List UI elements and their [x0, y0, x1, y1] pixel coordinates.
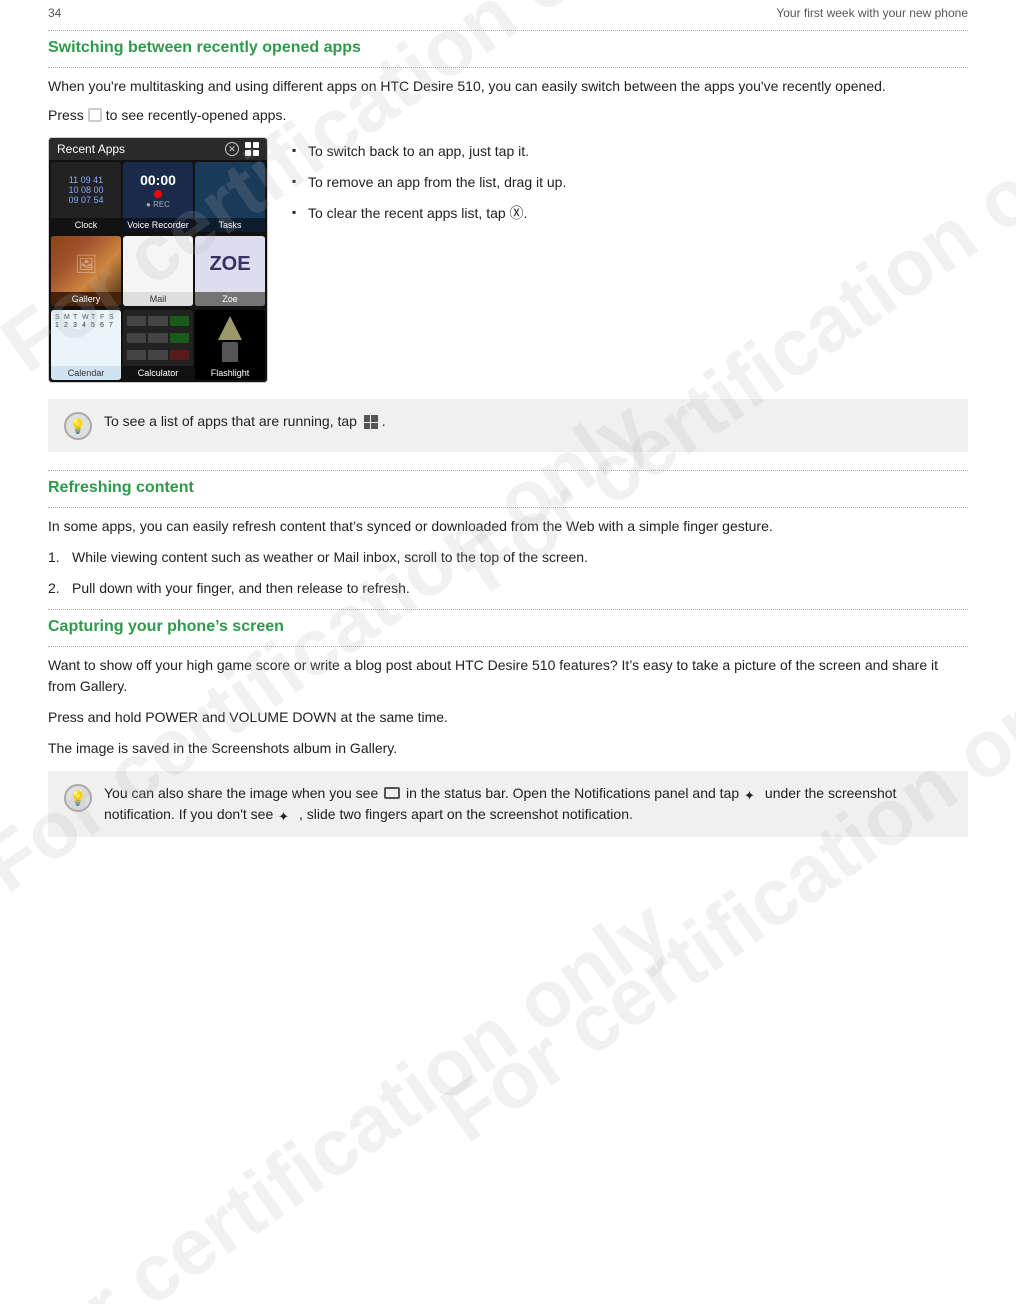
apps-row-1: 11 09 41 10 08 00 09 07 54 Clock 00:00 ●… — [49, 160, 267, 234]
tip-2-text: You can also share the image when you se… — [104, 783, 952, 825]
mail-label: Mail — [123, 292, 193, 306]
bullet-2: To remove an app from the list, drag it … — [292, 172, 968, 193]
voice-recorder-thumb: 00:00 ● REC Voice Recorder — [123, 162, 193, 232]
calendar-thumb: S M T W T F S 1 2 3 4 5 6 — [51, 310, 121, 380]
section3-intro1: Want to show off your high game score or… — [48, 655, 968, 697]
page-number: 34 — [48, 6, 61, 20]
page-wrapper: 34 Your first week with your new phone S… — [0, 0, 1016, 837]
flashlight-thumb: Flashlight — [195, 310, 265, 380]
page-header: 34 Your first week with your new phone — [48, 0, 968, 30]
tasks-thumb: Tasks — [195, 162, 265, 232]
calculator-thumb: Calculator — [123, 310, 193, 380]
bullets-container: To switch back to an app, just tap it. T… — [292, 137, 968, 383]
apps-row-2: 🖼 Gallery Mail — [49, 234, 267, 308]
section2-steps: 1. While viewing content such as weather… — [48, 547, 968, 599]
gallery-label: Gallery — [51, 292, 121, 306]
press-text: Press — [48, 107, 84, 123]
recording-dot — [154, 190, 162, 198]
recent-apps-title: Recent Apps — [57, 142, 125, 156]
tip-1-text: To see a list of apps that are running, … — [104, 411, 386, 432]
share-star-icon-2: ✦ — [278, 807, 294, 823]
bullets-list: To switch back to an app, just tap it. T… — [292, 141, 968, 224]
section1-divider-bottom — [48, 67, 968, 68]
gallery-thumb: 🖼 Gallery — [51, 236, 121, 306]
tip-icon-1: 💡 — [64, 412, 92, 440]
voice-recorder-label: Voice Recorder — [123, 218, 193, 232]
press-instruction: Press to see recently-opened apps. — [48, 107, 968, 123]
section3-heading: Capturing your phone’s screen — [48, 618, 968, 636]
share-star-icon: ✦ — [744, 786, 760, 802]
section3-intro3: The image is saved in the Screenshots al… — [48, 738, 968, 759]
clock-app-thumb: 11 09 41 10 08 00 09 07 54 Clock — [51, 162, 121, 232]
section2-heading: Refreshing content — [48, 479, 968, 497]
tip-icon-2: 💡 — [64, 784, 92, 812]
zoe-label: Zoe — [195, 292, 265, 306]
section1-intro: When you're multitasking and using diffe… — [48, 76, 968, 97]
zoe-thumb: ZOE Zoe — [195, 236, 265, 306]
close-icon: ✕ — [225, 142, 239, 156]
section1-heading: Switching between recently opened apps — [48, 39, 968, 57]
tip-box-2: 💡 You can also share the image when you … — [48, 771, 968, 837]
section2-divider-top — [48, 470, 968, 471]
apps-row-3: S M T W T F S 1 2 3 4 5 6 — [49, 308, 267, 382]
grid-view-icon — [245, 142, 259, 156]
clock-label: Clock — [51, 218, 121, 232]
mail-thumb: Mail — [123, 236, 193, 306]
page-title-header: Your first week with your new phone — [776, 6, 968, 20]
press-suffix: to see recently-opened apps. — [106, 107, 287, 123]
recent-apps-button-icon — [88, 108, 102, 122]
section2-divider-bottom — [48, 507, 968, 508]
time-display: 00:00 — [140, 172, 176, 188]
section2-intro: In some apps, you can easily refresh con… — [48, 516, 968, 537]
top-bar-icons: ✕ — [225, 142, 259, 156]
section3-divider-top — [48, 609, 968, 610]
screenshot-top-bar: Recent Apps ✕ — [49, 138, 267, 160]
flashlight-label: Flashlight — [195, 366, 265, 380]
tip-box-1: 💡 To see a list of apps that are running… — [48, 399, 968, 452]
section1-divider-top — [48, 30, 968, 31]
section3-divider-bottom — [48, 646, 968, 647]
watermark-5: For certification only — [0, 881, 686, 1304]
tasks-label: Tasks — [195, 218, 265, 232]
apps-section: Recent Apps ✕ 11 09 41 10 08 00 09 07 54 — [48, 137, 968, 383]
flashlight-beam — [218, 316, 242, 340]
phone-screenshot: Recent Apps ✕ 11 09 41 10 08 00 09 07 54 — [48, 137, 268, 383]
calculator-label: Calculator — [123, 366, 193, 380]
step-2: 2. Pull down with your finger, and then … — [48, 578, 968, 599]
bullet-3: To clear the recent apps list, tap Ⓧ. — [292, 203, 968, 224]
bullet-1: To switch back to an app, just tap it. — [292, 141, 968, 162]
calendar-label: Calendar — [51, 366, 121, 380]
notification-bar-icon — [384, 787, 400, 799]
step-1: 1. While viewing content such as weather… — [48, 547, 968, 568]
grid-apps-icon — [364, 415, 378, 429]
section3-intro2: Press and hold POWER and VOLUME DOWN at … — [48, 707, 968, 728]
